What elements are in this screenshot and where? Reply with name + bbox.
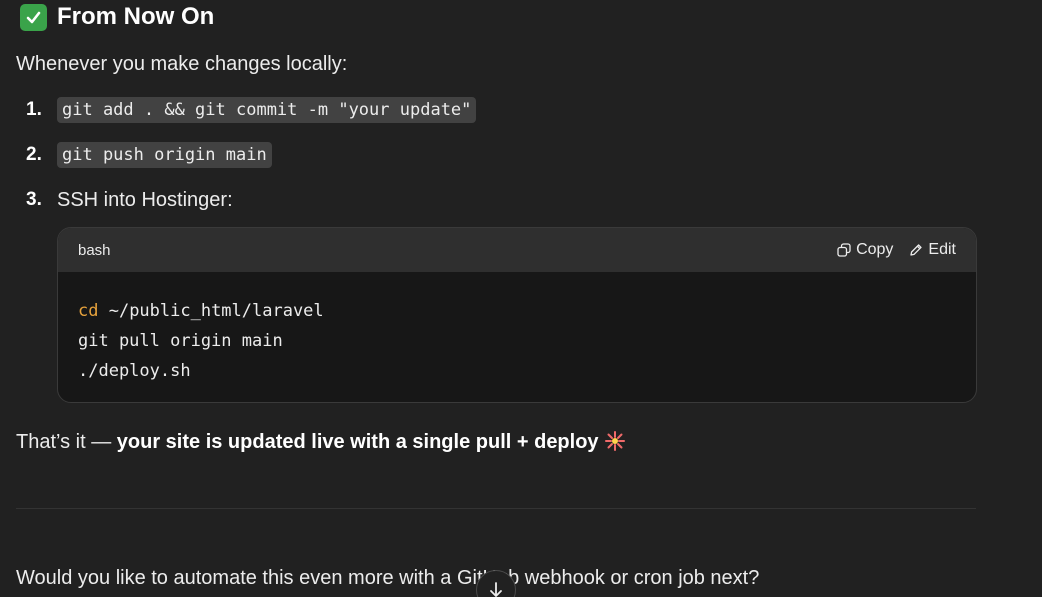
summary-text: That’s it — your site is updated live wi… — [16, 429, 625, 458]
inline-code: git add . && git commit -m "your update" — [57, 96, 477, 123]
code-line: git pull origin main — [78, 326, 956, 356]
summary-lead: That’s it — — [16, 431, 117, 453]
arrow-down-icon — [488, 581, 504, 597]
edit-label: Edit — [928, 241, 956, 258]
code-content: cd ~/public_html/laravel git pull origin… — [58, 272, 976, 386]
pencil-icon — [909, 243, 923, 257]
intro-text: Whenever you make changes locally: — [16, 53, 348, 75]
code-line: cd ~/public_html/laravel — [78, 296, 956, 326]
list-number: 1. — [26, 99, 42, 120]
code-language-label: bash — [78, 241, 111, 259]
copy-button[interactable]: Copy — [837, 241, 893, 259]
summary-bold: your site is updated live with a single … — [116, 431, 599, 453]
inline-code: git push origin main — [57, 141, 272, 168]
check-mark-icon — [20, 3, 47, 31]
heading-title: From Now On — [57, 3, 215, 30]
edit-button[interactable]: Edit — [909, 241, 956, 259]
list-item-text: SSH into Hostinger: — [57, 189, 233, 211]
section-heading: From Now On — [20, 3, 214, 31]
sparkle-burst-icon — [604, 431, 625, 458]
code-text: ~/public_html/laravel — [98, 301, 324, 321]
code-text: git pull origin main — [78, 331, 283, 351]
copy-icon — [837, 243, 851, 257]
code-line: ./deploy.sh — [78, 356, 956, 386]
code-keyword: cd — [78, 301, 99, 321]
copy-label: Copy — [856, 241, 894, 258]
follow-up-question: Would you like to automate this even mor… — [16, 567, 760, 589]
divider — [16, 508, 976, 509]
code-block-header: bash Copy Edit — [58, 228, 976, 272]
code-text: ./deploy.sh — [78, 361, 191, 381]
code-block: bash Copy Edit cd ~/public_html/laravel … — [57, 227, 977, 403]
list-number: 2. — [26, 144, 42, 165]
code-actions: Copy Edit — [837, 241, 956, 259]
list-number: 3. — [26, 189, 42, 210]
